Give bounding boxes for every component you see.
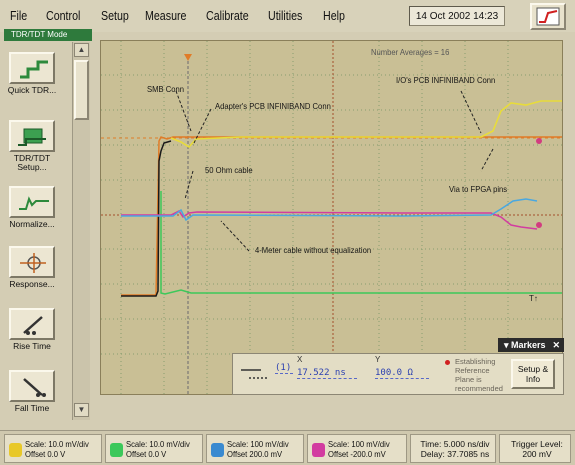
annotation-adapter-pcb: Adapter's PCB INFINIBAND Conn xyxy=(215,101,331,111)
markers-tab[interactable]: ▾ Markers ✕ xyxy=(498,338,564,352)
trigger-label: Trigger Level: xyxy=(511,439,563,449)
trigger-readout[interactable]: Trigger Level: 200 mV xyxy=(499,434,571,463)
menu-file[interactable]: File xyxy=(10,8,27,23)
fall-time-button[interactable]: Fall Time xyxy=(7,370,57,413)
channel-3-readout[interactable]: Scale: 100 mV/div Offset 200.0 mV xyxy=(206,434,304,463)
annotation-smb-conn: SMB Conn xyxy=(147,84,184,94)
mode-label: TDR/TDT Mode xyxy=(4,29,92,41)
menu-control[interactable]: Control xyxy=(46,8,80,23)
grid xyxy=(101,41,562,394)
sidebar-scrollbar[interactable]: ▲ ▼ xyxy=(72,42,90,420)
trace-green xyxy=(160,191,562,295)
sidebar-label: TDR/TDT Setup... xyxy=(13,153,51,172)
marker-y-value[interactable]: 100.0 Ω xyxy=(375,368,429,379)
channel-scale: Scale: 10.0 mV/div xyxy=(126,439,190,449)
sidebar-label: Quick TDR... xyxy=(7,85,57,95)
sidebar-label: Rise Time xyxy=(13,341,51,351)
waveform-svg: T↑ xyxy=(101,41,562,394)
sidebar-label: Normalize... xyxy=(9,219,55,229)
menu-measure[interactable]: Measure xyxy=(145,8,186,23)
trigger-marker-icon: T↑ xyxy=(529,294,538,303)
quick-tdr-button[interactable]: Quick TDR... xyxy=(7,52,57,95)
timebase-readout[interactable]: Time: 5.000 ns/div Delay: 37.7085 ns xyxy=(410,434,496,463)
menu-utilities[interactable]: Utilities xyxy=(268,8,302,23)
center-axes xyxy=(101,41,562,394)
normalize-icon xyxy=(9,186,55,218)
marker-channel[interactable]: (1) xyxy=(275,363,293,374)
annotation-io-pcb: I/O's PCB INFINIBAND Conn xyxy=(396,75,496,85)
close-icon[interactable]: ✕ xyxy=(552,338,560,352)
trace-end-marker-icon xyxy=(536,138,542,144)
auto-scale-button[interactable] xyxy=(530,3,566,30)
date-time-display: 14 Oct 2002 14:23 xyxy=(409,6,505,26)
time-per-div: Time: 5.000 ns/div xyxy=(420,439,490,449)
trigger-value: 200 mV xyxy=(522,449,552,459)
menu-setup[interactable]: Setup xyxy=(101,8,129,23)
normalize-button[interactable]: Normalize... xyxy=(7,186,57,229)
marker-x-header: X xyxy=(297,355,303,364)
tdr-setup-icon xyxy=(9,120,55,152)
annotation-4m-cable: 4-Meter cable without equalization xyxy=(255,245,372,255)
channel-scale: Scale: 100 mV/div xyxy=(328,439,390,449)
rise-time-icon xyxy=(9,308,55,340)
annotation-50-ohm-cable: 50 Ohm cable xyxy=(205,165,253,175)
scroll-up-icon[interactable]: ▲ xyxy=(74,43,89,57)
sidebar-label: Fall Time xyxy=(14,403,50,413)
scroll-thumb[interactable] xyxy=(74,60,89,120)
marker-arrow-icon[interactable] xyxy=(184,54,192,61)
menu-bar: File Control Setup Measure Calibrate Uti… xyxy=(0,0,575,32)
channel-offset: Offset 0.0 V xyxy=(25,449,66,459)
channel-3-icon xyxy=(211,443,224,457)
channel-offset: Offset 200.0 mV xyxy=(227,449,283,459)
delay-value: Delay: 37.7085 ns xyxy=(420,449,490,459)
waveform-icon xyxy=(536,7,560,26)
scroll-down-icon[interactable]: ▼ xyxy=(74,403,89,417)
channel-offset: Offset 0.0 V xyxy=(126,449,167,459)
trace-black xyxy=(121,140,172,297)
trace-end-marker-icon xyxy=(536,222,542,228)
setup-info-button[interactable]: Setup & Info xyxy=(511,359,555,389)
menu-calibrate[interactable]: Calibrate xyxy=(206,8,249,23)
channel-scale: Scale: 100 mV/div xyxy=(227,439,289,449)
channel-1-icon xyxy=(9,443,22,457)
marker-y-header: Y xyxy=(375,355,381,364)
markers-panel: (1) X Y 17.522 ns 100.0 Ω Establishing R… xyxy=(232,353,564,395)
response-button[interactable]: Response... xyxy=(7,246,57,289)
sidebar: Quick TDR... TDR/TDT Setup... Normalize.… xyxy=(2,42,72,420)
waveform-display[interactable]: T↑ Number Averages = 16 SMB Conn Adapter… xyxy=(100,40,563,395)
establishing-reference-text: Establishing Reference Plane is recommen… xyxy=(455,357,503,393)
warning-dot-icon xyxy=(445,360,450,365)
channel-1-readout[interactable]: Scale: 10.0 mV/div Offset 0.0 V xyxy=(4,434,102,463)
annotation-via-fpga: Via to FPGA pins xyxy=(449,184,508,194)
tdr-setup-button[interactable]: TDR/TDT Setup... xyxy=(7,120,57,172)
channel-2-icon xyxy=(110,443,123,457)
quick-tdr-icon xyxy=(9,52,55,84)
channel-2-readout[interactable]: Scale: 10.0 mV/div Offset 0.0 V xyxy=(105,434,203,463)
response-icon xyxy=(9,246,55,278)
marker-x-value[interactable]: 17.522 ns xyxy=(297,368,357,379)
channel-4-readout[interactable]: Scale: 100 mV/div Offset -200.0 mV xyxy=(307,434,407,463)
fall-time-icon xyxy=(9,370,55,402)
channel-offset: Offset -200.0 mV xyxy=(328,449,386,459)
channel-4-icon xyxy=(312,443,325,457)
sidebar-label: Response... xyxy=(9,279,55,289)
rise-time-button[interactable]: Rise Time xyxy=(7,308,57,351)
number-averages: Number Averages = 16 xyxy=(371,47,450,57)
bottom-bar: Scale: 10.0 mV/div Offset 0.0 V Scale: 1… xyxy=(0,430,575,465)
channel-scale: Scale: 10.0 mV/div xyxy=(25,439,89,449)
markers-tab-label: Markers xyxy=(511,340,546,350)
menu-help[interactable]: Help xyxy=(323,8,345,23)
